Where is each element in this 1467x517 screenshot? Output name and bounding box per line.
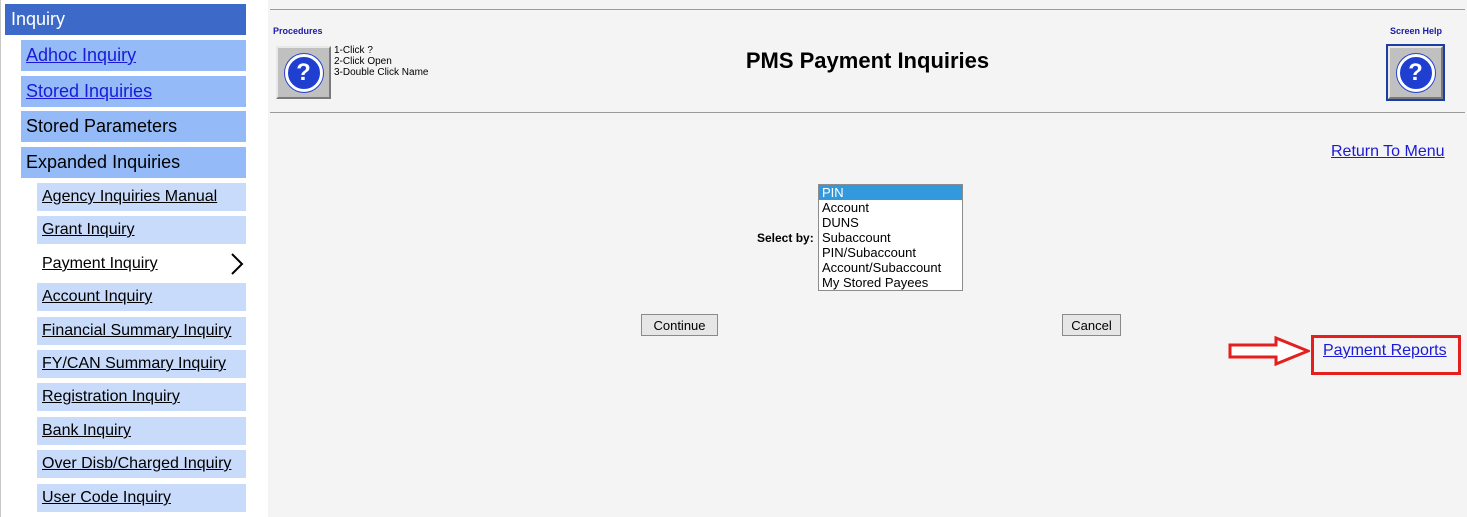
- chevron-right-icon: [231, 253, 244, 275]
- screen-help-label: Screen Help: [1390, 26, 1443, 36]
- sidebar-item-registration-inquiry[interactable]: Registration Inquiry: [37, 383, 246, 411]
- header-divider: [270, 112, 1465, 113]
- question-mark-icon: ?: [1396, 53, 1435, 92]
- sidebar-item-stored-parameters[interactable]: Stored Parameters: [21, 111, 246, 142]
- payment-reports-link[interactable]: Payment Reports: [1323, 342, 1447, 360]
- sidebar-item-bank-inquiry[interactable]: Bank Inquiry: [37, 417, 246, 445]
- continue-button[interactable]: Continue: [641, 314, 718, 336]
- sidebar-header[interactable]: Inquiry: [5, 4, 246, 35]
- screen-help-button[interactable]: ?: [1386, 44, 1445, 101]
- sidebar-item-payment-inquiry[interactable]: Payment Inquiry: [37, 250, 246, 278]
- option-account-subaccount[interactable]: Account/Subaccount: [819, 260, 962, 275]
- sidebar-item-stored-inquiries[interactable]: Stored Inquiries: [21, 76, 246, 107]
- option-duns[interactable]: DUNS: [819, 215, 962, 230]
- option-my-stored-payees[interactable]: My Stored Payees: [819, 275, 962, 290]
- cancel-button[interactable]: Cancel: [1062, 314, 1121, 336]
- main-panel: Procedures Screen Help ? 1-Click ? 2-Cli…: [268, 0, 1467, 517]
- procedures-label: Procedures: [273, 26, 323, 36]
- sidebar-item-expanded-inquiries[interactable]: Expanded Inquiries: [21, 147, 246, 178]
- sidebar-item-financial-summary-inquiry[interactable]: Financial Summary Inquiry: [37, 317, 246, 345]
- sidebar-item-account-inquiry[interactable]: Account Inquiry: [37, 283, 246, 311]
- sidebar-item-label: Payment Inquiry: [42, 255, 158, 272]
- option-pin-subaccount[interactable]: PIN/Subaccount: [819, 245, 962, 260]
- option-account[interactable]: Account: [819, 200, 962, 215]
- top-divider: [270, 9, 1465, 10]
- select-by-label: Select by:: [757, 231, 814, 245]
- sidebar-item-fy-can-summary-inquiry[interactable]: FY/CAN Summary Inquiry: [37, 350, 246, 378]
- sidebar-item-over-disb-charged-inquiry[interactable]: Over Disb/Charged Inquiry: [37, 450, 246, 478]
- select-by-listbox[interactable]: PIN Account DUNS Subaccount PIN/Subaccou…: [818, 184, 963, 291]
- option-subaccount[interactable]: Subaccount: [819, 230, 962, 245]
- sidebar-item-agency-inquiries-manual[interactable]: Agency Inquiries Manual: [37, 183, 246, 211]
- option-pin[interactable]: PIN: [819, 185, 962, 200]
- return-to-menu-link[interactable]: Return To Menu: [1331, 143, 1445, 161]
- sidebar: Inquiry Adhoc Inquiry Stored Inquiries S…: [0, 0, 250, 517]
- page-title: PMS Payment Inquiries: [745, 48, 990, 73]
- arrow-right-icon: [1228, 336, 1310, 366]
- sidebar-item-adhoc-inquiry[interactable]: Adhoc Inquiry: [21, 40, 246, 71]
- sidebar-item-user-code-inquiry[interactable]: User Code Inquiry: [37, 484, 246, 512]
- sidebar-item-grant-inquiry[interactable]: Grant Inquiry: [37, 216, 246, 244]
